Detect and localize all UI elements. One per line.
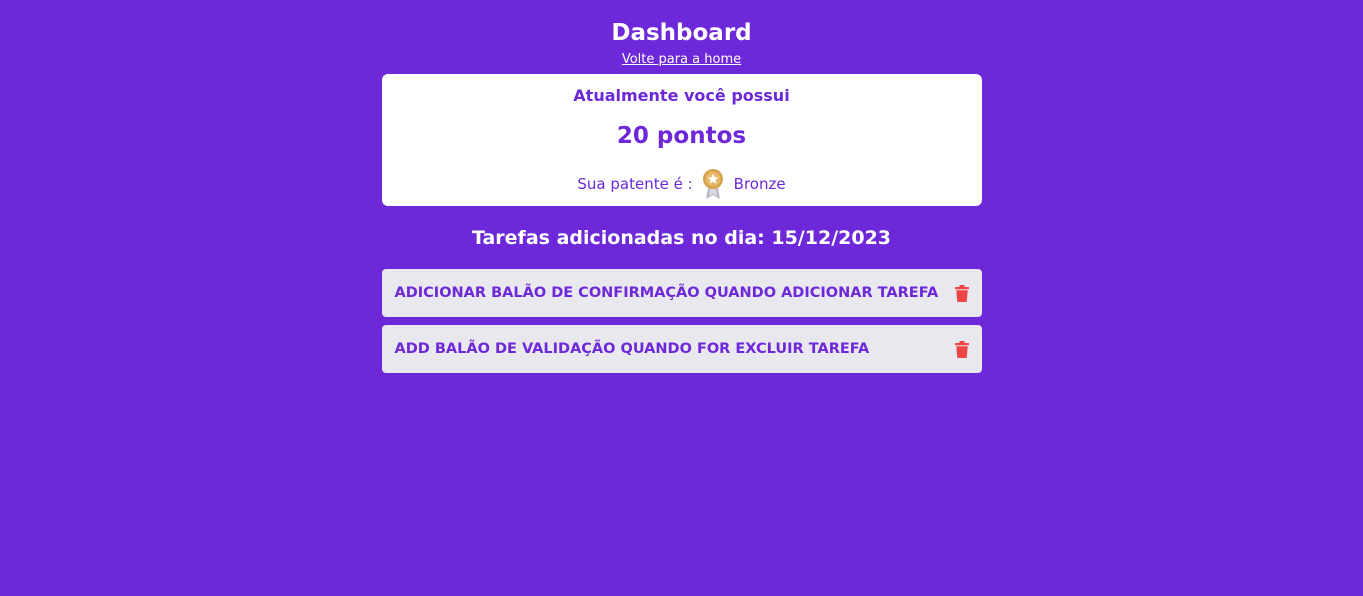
dashboard-container: Dashboard Volte para a home Atualmente v… [381,0,982,373]
trash-icon[interactable] [954,340,970,358]
trash-icon[interactable] [954,284,970,302]
rank-value: Bronze [733,175,786,193]
task-list: ADICIONAR BALÃO DE CONFIRMAÇÃO QUANDO AD… [381,269,982,373]
home-link[interactable]: Volte para a home [622,52,741,68]
points-card: Atualmente você possui 20 pontos Sua pat… [381,74,982,206]
task-item: ADD BALÃO DE VALIDAÇÃO QUANDO FOR EXCLUI… [381,325,982,373]
rank-row: Sua patente é : Bronze [382,168,982,200]
page-title: Dashboard [611,20,752,46]
task-text: ADICIONAR BALÃO DE CONFIRMAÇÃO QUANDO AD… [394,285,939,301]
task-item: ADICIONAR BALÃO DE CONFIRMAÇÃO QUANDO AD… [381,269,982,317]
medal-icon [701,168,725,200]
rank-label: Sua patente é : [577,175,693,193]
task-text: ADD BALÃO DE VALIDAÇÃO QUANDO FOR EXCLUI… [394,341,870,357]
points-value: 20 pontos [616,123,747,149]
points-heading: Atualmente você possui [573,86,790,105]
tasks-heading: Tarefas adicionadas no dia: 15/12/2023 [471,227,892,249]
